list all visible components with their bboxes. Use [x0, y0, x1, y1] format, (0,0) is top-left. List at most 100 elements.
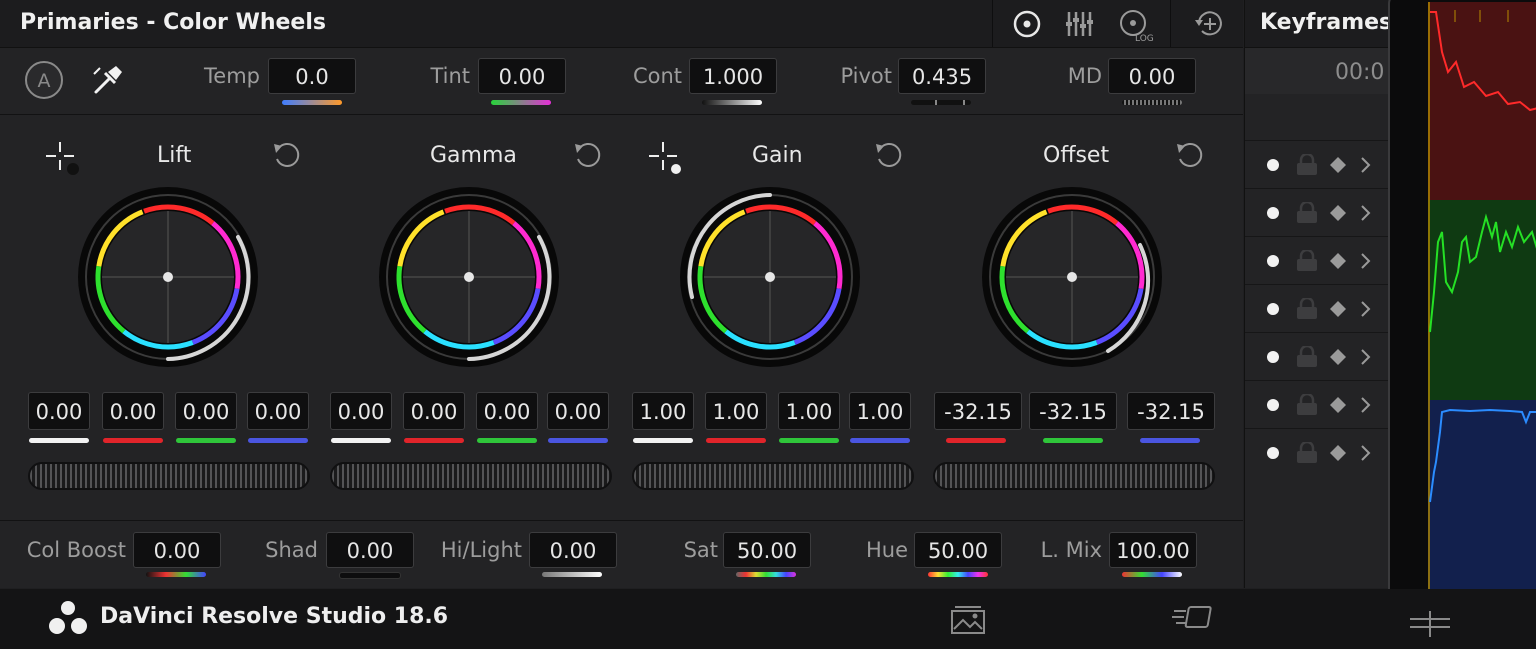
lock-icon[interactable]: [1297, 442, 1317, 463]
offset-master-wheel[interactable]: [933, 462, 1215, 490]
bottom-controls-bar: Col Boost 0.00 Shad 0.00 Hi/Light 0.00 S…: [0, 520, 1243, 589]
luma-mix-slider[interactable]: [1122, 572, 1182, 577]
temp-slider[interactable]: [282, 100, 342, 105]
highlights-field[interactable]: 0.00: [529, 532, 617, 568]
col-boost-field[interactable]: 0.00: [133, 532, 221, 568]
contrast-slider[interactable]: [702, 100, 762, 105]
gamma-reset-icon[interactable]: [573, 140, 603, 170]
lift-picker-icon[interactable]: [44, 140, 80, 176]
lift-green-value[interactable]: 0.00: [175, 392, 237, 430]
hue-label: Hue: [865, 538, 908, 562]
wheels-mode-icon[interactable]: [1011, 8, 1043, 40]
chevron-right-icon[interactable]: [1361, 301, 1371, 317]
chevron-right-icon[interactable]: [1361, 445, 1371, 461]
gain-master-value[interactable]: 1.00: [632, 392, 694, 430]
keyframe-diamond-icon[interactable]: [1330, 253, 1346, 269]
keyframe-dot-icon[interactable]: [1267, 207, 1279, 219]
tint-label: Tint: [430, 64, 470, 88]
lift-master-wheel[interactable]: [28, 462, 310, 490]
md-field[interactable]: 0.00: [1108, 58, 1196, 94]
luma-mix-label: L. Mix: [1040, 538, 1102, 562]
scope-settings-icon[interactable]: [1408, 609, 1452, 639]
lift-reset-icon[interactable]: [272, 140, 302, 170]
offset-blue-value[interactable]: -32.15: [1127, 392, 1215, 430]
lock-icon[interactable]: [1297, 394, 1317, 415]
tint-slider[interactable]: [491, 100, 551, 105]
chevron-right-icon[interactable]: [1361, 397, 1371, 413]
parade-scope-window: [1388, 0, 1536, 616]
gain-red-value[interactable]: 1.00: [705, 392, 767, 430]
gamma-master-value[interactable]: 0.00: [330, 392, 392, 430]
chevron-right-icon[interactable]: [1361, 205, 1371, 221]
chevron-right-icon[interactable]: [1361, 253, 1371, 269]
keyframe-diamond-icon[interactable]: [1330, 301, 1346, 317]
lock-icon[interactable]: [1297, 346, 1317, 367]
tint-field[interactable]: 0.00: [478, 58, 566, 94]
col-boost-label: Col Boost: [26, 538, 126, 562]
lock-icon[interactable]: [1297, 250, 1317, 271]
keyframe-diamond-icon[interactable]: [1330, 445, 1346, 461]
log-mode-icon[interactable]: LOG: [1116, 6, 1154, 44]
keyframe-dot-icon[interactable]: [1267, 447, 1279, 459]
keyframe-diamond-icon[interactable]: [1330, 397, 1346, 413]
chevron-right-icon[interactable]: [1361, 157, 1371, 173]
fast-clip-icon[interactable]: [1170, 601, 1220, 635]
auto-balance-button[interactable]: A: [24, 60, 64, 100]
pivot-field[interactable]: 0.435: [898, 58, 986, 94]
primaries-panel: Primaries - Color Wheels LOG A Temp 0.0 …: [0, 0, 1243, 588]
gamma-color-wheel[interactable]: [377, 185, 561, 369]
offset-red-value[interactable]: -32.15: [934, 392, 1022, 430]
hue-slider[interactable]: [928, 572, 988, 577]
shadows-field[interactable]: 0.00: [326, 532, 414, 568]
eyedropper-icon[interactable]: [88, 60, 128, 100]
lock-icon[interactable]: [1297, 154, 1317, 175]
gain-blue-value[interactable]: 1.00: [849, 392, 911, 430]
gamma-green-bar: [477, 438, 537, 443]
add-node-icon[interactable]: [1193, 8, 1225, 40]
lock-icon[interactable]: [1297, 202, 1317, 223]
keyframe-dot-icon[interactable]: [1267, 159, 1279, 171]
gamma-red-value[interactable]: 0.00: [403, 392, 465, 430]
keyframes-timecode: 00:0: [1335, 60, 1385, 85]
lift-red-value[interactable]: 0.00: [102, 392, 164, 430]
chevron-right-icon[interactable]: [1361, 349, 1371, 365]
gain-master-wheel[interactable]: [632, 462, 914, 490]
gain-reset-icon[interactable]: [874, 140, 904, 170]
lock-icon[interactable]: [1297, 298, 1317, 319]
temp-field[interactable]: 0.0: [268, 58, 356, 94]
lift-green-bar: [176, 438, 236, 443]
gamma-blue-bar: [548, 438, 608, 443]
saturation-field[interactable]: 50.00: [723, 532, 811, 568]
gain-green-value[interactable]: 1.00: [778, 392, 840, 430]
lift-color-wheel[interactable]: [76, 185, 260, 369]
highlights-slider[interactable]: [542, 572, 602, 577]
keyframe-dot-icon[interactable]: [1267, 351, 1279, 363]
contrast-field[interactable]: 1.000: [689, 58, 777, 94]
lift-blue-value[interactable]: 0.00: [247, 392, 309, 430]
gain-picker-icon[interactable]: [647, 140, 683, 176]
gamma-green-value[interactable]: 0.00: [476, 392, 538, 430]
luma-mix-field[interactable]: 100.00: [1109, 532, 1197, 568]
bars-mode-icon[interactable]: [1064, 8, 1096, 40]
offset-color-wheel[interactable]: [980, 185, 1164, 369]
saturation-slider[interactable]: [736, 572, 796, 577]
offset-green-value[interactable]: -32.15: [1029, 392, 1117, 430]
media-gallery-icon[interactable]: [948, 603, 988, 637]
keyframe-dot-icon[interactable]: [1267, 303, 1279, 315]
keyframe-diamond-icon[interactable]: [1330, 205, 1346, 221]
keyframe-diamond-icon[interactable]: [1330, 157, 1346, 173]
lift-master-value[interactable]: 0.00: [28, 392, 90, 430]
gain-color-wheel[interactable]: [678, 185, 862, 369]
pivot-slider[interactable]: [911, 100, 971, 105]
keyframe-dot-icon[interactable]: [1267, 255, 1279, 267]
keyframe-diamond-icon[interactable]: [1330, 349, 1346, 365]
gamma-blue-value[interactable]: 0.00: [547, 392, 609, 430]
offset-reset-icon[interactable]: [1175, 140, 1205, 170]
keyframe-dot-icon[interactable]: [1267, 399, 1279, 411]
col-boost-slider[interactable]: [146, 572, 206, 577]
hue-field[interactable]: 50.00: [914, 532, 1002, 568]
gamma-master-wheel[interactable]: [330, 462, 612, 490]
primaries-header: Primaries - Color Wheels LOG: [0, 0, 1243, 48]
md-slider[interactable]: [1122, 100, 1182, 105]
shadows-slider[interactable]: [339, 572, 401, 579]
